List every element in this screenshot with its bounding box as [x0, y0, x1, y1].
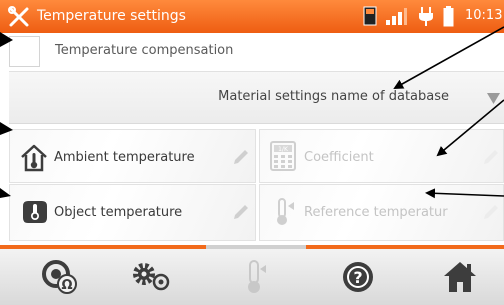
svg-text:1/K: 1/K [278, 146, 289, 153]
battery-icon [443, 6, 454, 27]
reference-temperature-label: Reference temperatur [304, 205, 448, 220]
settings-panel: Temperature compensation Material settin… [0, 33, 504, 246]
object-thermometer-icon [23, 201, 47, 223]
resistance-mode-icon: Ω [42, 260, 77, 294]
pencil-icon [234, 205, 248, 219]
memory-card-icon [363, 6, 377, 26]
thermometer-icon [248, 260, 266, 293]
temperature-compensation-label: Temperature compensation [55, 43, 234, 58]
pencil-icon [234, 150, 248, 164]
coefficient-button[interactable]: 1/K Coefficient [259, 129, 504, 183]
home-icon [444, 262, 476, 292]
object-temperature-button[interactable]: Object temperature [9, 184, 256, 241]
coefficient-calculator-icon: 1/K [270, 141, 296, 171]
clock: 10:13 [465, 8, 503, 23]
triangle-down-icon [487, 93, 500, 104]
signal-icon [386, 8, 407, 25]
object-temperature-label: Object temperature [54, 205, 183, 220]
material-database-dropdown[interactable]: Material settings name of database [9, 71, 504, 124]
help-icon: ? [343, 262, 373, 292]
svg-text:?: ? [353, 268, 362, 287]
ambient-temperature-label: Ambient temperature [54, 150, 195, 165]
temperature-compensation-checkbox[interactable] [9, 36, 40, 67]
ambient-temperature-button[interactable]: Ambient temperature [9, 129, 256, 183]
svg-text:Ω: Ω [61, 278, 72, 293]
help-button[interactable]: ? [308, 249, 408, 305]
home-button[interactable] [410, 249, 504, 305]
thermometer-icon [277, 198, 294, 225]
pencil-icon [484, 150, 498, 164]
pencil-icon [484, 205, 498, 219]
coefficient-label: Coefficient [304, 150, 374, 165]
status-bar: Temperature settings 10:13 [0, 0, 504, 33]
temperature-button[interactable] [206, 249, 306, 305]
plug-icon [419, 7, 433, 26]
screen-title: Temperature settings [37, 8, 186, 24]
settings-button[interactable] [102, 249, 202, 305]
resistance-mode-button[interactable]: Ω [10, 249, 110, 305]
reference-temperature-button[interactable]: Reference temperatur [259, 184, 504, 241]
material-database-value: Material settings name of database [218, 89, 449, 104]
house-thermometer-icon [21, 144, 47, 172]
settings-gears-icon [133, 263, 170, 291]
bottom-toolbar: Ω ? [0, 249, 504, 305]
tools-icon[interactable] [8, 6, 30, 28]
